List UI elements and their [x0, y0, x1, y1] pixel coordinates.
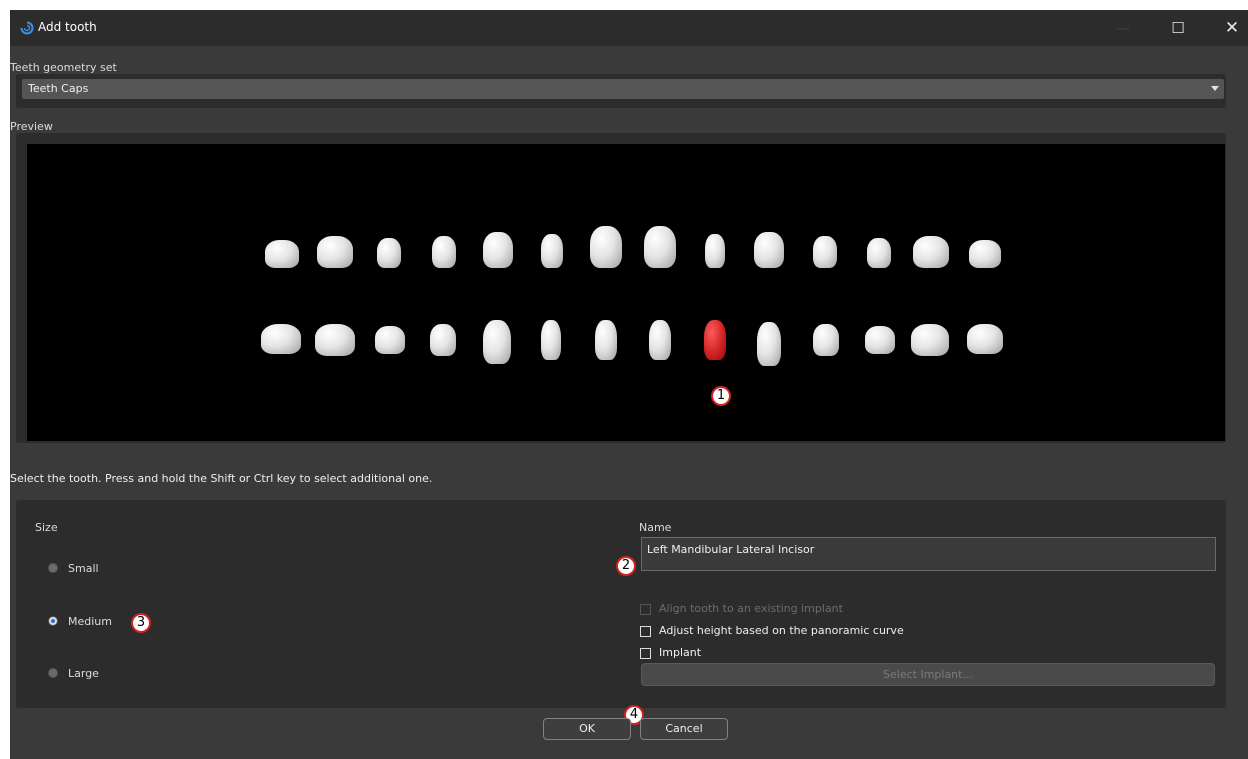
upper-tooth[interactable]	[317, 236, 353, 268]
size-large-label: Large	[68, 667, 99, 680]
ok-button[interactable]: OK	[543, 718, 631, 740]
lower-tooth[interactable]	[261, 324, 301, 354]
lower-tooth[interactable]	[865, 326, 895, 354]
geometry-set-value: Teeth Caps	[28, 82, 89, 95]
lower-tooth[interactable]	[483, 320, 511, 364]
cancel-button[interactable]: Cancel	[640, 718, 728, 740]
implant-label: Implant	[659, 646, 702, 659]
name-label: Name	[639, 521, 672, 534]
align-implant-label: Align tooth to an existing implant	[659, 602, 843, 615]
upper-tooth[interactable]	[705, 234, 725, 268]
lower-tooth[interactable]	[649, 320, 671, 360]
upper-tooth[interactable]	[969, 240, 1001, 268]
maximize-button[interactable]: ☐	[1165, 18, 1191, 38]
title-bar: Add tooth — ☐ ✕	[10, 10, 1248, 46]
chevron-down-icon	[1211, 86, 1219, 91]
radio-large[interactable]	[48, 668, 58, 678]
window-title: Add tooth	[38, 20, 97, 34]
instruction-text: Select the tooth. Press and hold the Shi…	[10, 472, 433, 485]
callout-2: 2	[616, 556, 636, 576]
select-implant-button[interactable]: Select Implant...	[641, 663, 1215, 686]
geometry-set-dropdown[interactable]: Teeth Caps	[22, 79, 1224, 99]
upper-tooth[interactable]	[483, 232, 513, 268]
lower-tooth[interactable]	[813, 324, 839, 356]
upper-tooth[interactable]	[754, 232, 784, 268]
size-medium-label: Medium	[68, 615, 112, 628]
lower-tooth-selected[interactable]	[704, 320, 726, 360]
radio-medium[interactable]	[48, 616, 58, 626]
upper-tooth[interactable]	[377, 238, 401, 268]
implant-checkbox[interactable]	[640, 648, 651, 659]
app-logo-icon	[20, 21, 34, 35]
upper-tooth[interactable]	[541, 234, 563, 268]
upper-tooth[interactable]	[432, 236, 456, 268]
minimize-button[interactable]: —	[1110, 18, 1136, 38]
adjust-height-checkbox[interactable]	[640, 626, 651, 637]
preview-label: Preview	[10, 120, 53, 133]
lower-tooth[interactable]	[911, 324, 949, 356]
adjust-height-label: Adjust height based on the panoramic cur…	[659, 624, 904, 637]
lower-tooth[interactable]	[541, 320, 561, 360]
tooth-name-value: Left Mandibular Lateral Incisor	[647, 543, 815, 556]
align-implant-checkbox[interactable]	[640, 604, 651, 615]
callout-1: 1	[711, 386, 731, 406]
lower-tooth[interactable]	[967, 324, 1003, 354]
geometry-set-label: Teeth geometry set	[10, 61, 117, 74]
lower-tooth[interactable]	[315, 324, 355, 356]
teeth-preview[interactable]	[27, 144, 1225, 441]
lower-tooth[interactable]	[595, 320, 617, 360]
lower-tooth[interactable]	[375, 326, 405, 354]
size-label: Size	[35, 521, 58, 534]
size-small-label: Small	[68, 562, 99, 575]
lower-tooth[interactable]	[430, 324, 456, 356]
upper-tooth[interactable]	[867, 238, 891, 268]
upper-tooth[interactable]	[644, 226, 676, 268]
tooth-name-input[interactable]: Left Mandibular Lateral Incisor	[641, 537, 1216, 571]
upper-tooth[interactable]	[265, 240, 299, 268]
radio-small[interactable]	[48, 563, 58, 573]
upper-tooth[interactable]	[813, 236, 837, 268]
upper-tooth[interactable]	[590, 226, 622, 268]
close-button[interactable]: ✕	[1219, 18, 1245, 38]
callout-3: 3	[131, 613, 151, 633]
upper-tooth[interactable]	[913, 236, 949, 268]
lower-tooth[interactable]	[757, 322, 781, 366]
